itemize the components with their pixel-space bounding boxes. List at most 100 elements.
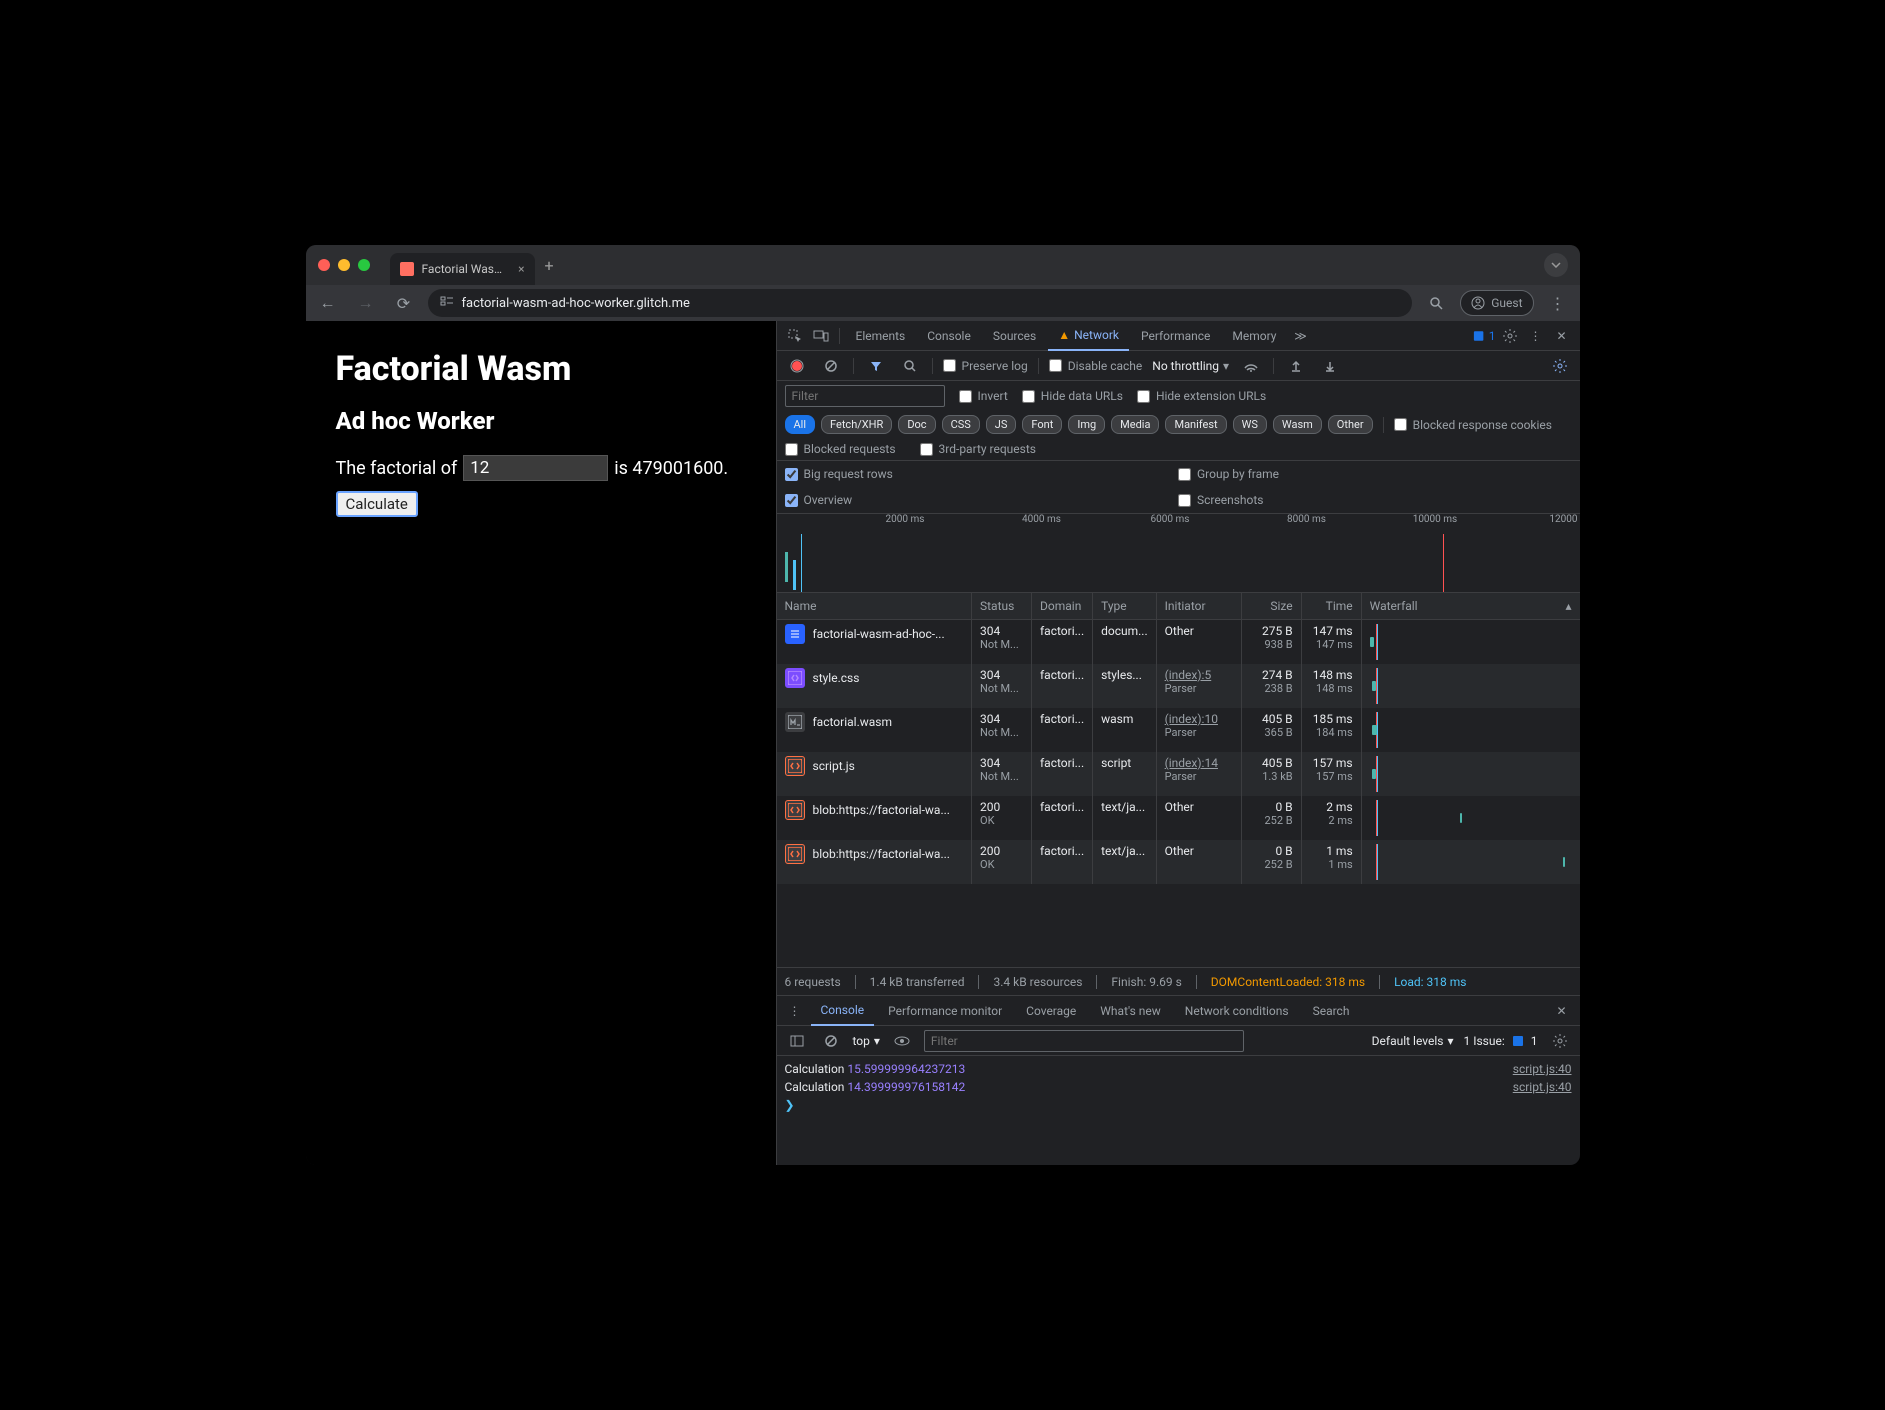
levels-select[interactable]: Default levels ▾ — [1372, 1034, 1454, 1048]
drawer-tab-coverage[interactable]: Coverage — [1016, 996, 1086, 1026]
console-issues-button[interactable]: 1 Issue: 1 — [1463, 1034, 1537, 1048]
close-window-button[interactable] — [318, 259, 330, 271]
screenshots-checkbox[interactable]: Screenshots — [1178, 493, 1572, 507]
source-link[interactable]: script.js:40 — [1513, 1062, 1572, 1076]
minimize-window-button[interactable] — [338, 259, 350, 271]
table-row[interactable]: blob:https://factorial-wa... 200OK facto… — [777, 840, 1580, 884]
calculate-button[interactable]: Calculate — [336, 491, 418, 517]
site-info-icon[interactable] — [440, 294, 454, 312]
drawer-tab-netcond[interactable]: Network conditions — [1175, 996, 1299, 1026]
drawer-menu-icon[interactable]: ⋮ — [783, 999, 807, 1023]
hide-extension-urls-checkbox[interactable]: Hide extension URLs — [1137, 389, 1266, 403]
back-button[interactable]: ← — [314, 289, 342, 317]
invert-checkbox[interactable]: Invert — [959, 389, 1008, 403]
chip-js[interactable]: JS — [986, 415, 1017, 434]
issues-button[interactable]: 1 — [1472, 324, 1496, 348]
console-settings-icon[interactable] — [1548, 1029, 1572, 1053]
chip-wasm[interactable]: Wasm — [1273, 415, 1322, 434]
browser-window: Factorial Wasm (ad hoc Work... × + ← → ⟳… — [306, 245, 1580, 1165]
record-button[interactable] — [785, 354, 809, 378]
table-row[interactable]: factorial.wasm 304Not M... factori... wa… — [777, 708, 1580, 752]
console-filter-input[interactable] — [924, 1030, 1244, 1052]
upload-icon[interactable] — [1284, 354, 1308, 378]
throttling-select[interactable]: No throttling ▾ — [1152, 359, 1229, 373]
zoom-icon[interactable] — [1422, 289, 1450, 317]
third-party-checkbox[interactable]: 3rd-party requests — [920, 442, 1036, 456]
col-waterfall[interactable]: Waterfall▴ — [1361, 593, 1579, 620]
chip-all[interactable]: All — [785, 415, 816, 434]
preserve-log-checkbox[interactable]: Preserve log — [943, 359, 1028, 373]
console-sidebar-icon[interactable] — [785, 1029, 809, 1053]
maximize-window-button[interactable] — [358, 259, 370, 271]
chip-media[interactable]: Media — [1111, 415, 1159, 434]
search-icon[interactable] — [898, 354, 922, 378]
tab-sources[interactable]: Sources — [983, 321, 1046, 351]
blocked-requests-checkbox[interactable]: Blocked requests — [785, 442, 896, 456]
timeline-overview[interactable]: 2000 ms 4000 ms 6000 ms 8000 ms 10000 ms… — [777, 513, 1580, 593]
console-prompt[interactable]: ❯ — [785, 1096, 1572, 1114]
devtools-close-icon[interactable]: ✕ — [1550, 324, 1574, 348]
col-type[interactable]: Type — [1093, 593, 1157, 620]
url-input[interactable]: factorial-wasm-ad-hoc-worker.glitch.me — [428, 289, 1413, 317]
table-row[interactable]: blob:https://factorial-wa... 200OK facto… — [777, 796, 1580, 840]
network-settings-icon[interactable] — [1548, 354, 1572, 378]
chip-doc[interactable]: Doc — [898, 415, 935, 434]
network-conditions-icon[interactable] — [1239, 354, 1263, 378]
network-filter-input[interactable] — [785, 385, 945, 407]
col-time[interactable]: Time — [1301, 593, 1361, 620]
col-initiator[interactable]: Initiator — [1156, 593, 1241, 620]
drawer-tab-whatsnew[interactable]: What's new — [1090, 996, 1171, 1026]
chip-manifest[interactable]: Manifest — [1165, 415, 1226, 434]
device-icon[interactable] — [809, 324, 833, 348]
browser-menu-button[interactable]: ⋮ — [1544, 294, 1572, 313]
big-rows-checkbox[interactable]: Big request rows — [785, 467, 1179, 481]
window-dropdown-button[interactable] — [1544, 253, 1568, 277]
drawer-tab-perf[interactable]: Performance monitor — [878, 996, 1012, 1026]
console-clear-icon[interactable] — [819, 1029, 843, 1053]
hide-data-urls-checkbox[interactable]: Hide data URLs — [1022, 389, 1123, 403]
profile-button[interactable]: Guest — [1460, 290, 1533, 316]
chip-fetch[interactable]: Fetch/XHR — [821, 415, 892, 434]
live-expression-icon[interactable] — [890, 1029, 914, 1053]
table-row[interactable]: script.js 304Not M... factori... script … — [777, 752, 1580, 796]
disable-cache-checkbox[interactable]: Disable cache — [1049, 359, 1143, 373]
col-domain[interactable]: Domain — [1032, 593, 1093, 620]
more-tabs-icon[interactable]: ≫ — [1288, 324, 1312, 348]
tab-close-icon[interactable]: × — [518, 262, 524, 276]
overview-checkbox[interactable]: Overview — [785, 493, 1179, 507]
table-row[interactable]: factorial-wasm-ad-hoc-... 304Not M... fa… — [777, 620, 1580, 665]
forward-button[interactable]: → — [352, 289, 380, 317]
chip-css[interactable]: CSS — [942, 415, 980, 434]
tab-network[interactable]: ▲Network — [1048, 321, 1129, 351]
devtools-menu-icon[interactable]: ⋮ — [1524, 324, 1548, 348]
col-size[interactable]: Size — [1241, 593, 1301, 620]
settings-icon[interactable] — [1498, 324, 1522, 348]
new-tab-button[interactable]: + — [545, 256, 554, 275]
context-select[interactable]: top ▾ — [853, 1034, 880, 1048]
clear-button[interactable] — [819, 354, 843, 378]
inspect-icon[interactable] — [783, 324, 807, 348]
chip-img[interactable]: Img — [1068, 415, 1105, 434]
table-row[interactable]: style.css 304Not M... factori... styles.… — [777, 664, 1580, 708]
browser-tab[interactable]: Factorial Wasm (ad hoc Work... × — [390, 253, 535, 285]
drawer-tab-search[interactable]: Search — [1303, 996, 1360, 1026]
source-link[interactable]: script.js:40 — [1513, 1080, 1572, 1094]
chip-font[interactable]: Font — [1022, 415, 1062, 434]
blocked-cookies-checkbox[interactable]: Blocked response cookies — [1394, 418, 1552, 432]
factorial-input[interactable] — [463, 455, 608, 481]
filter-icon[interactable] — [864, 354, 888, 378]
tab-elements[interactable]: Elements — [846, 321, 916, 351]
factorial-label-pre: The factorial of — [336, 458, 458, 479]
reload-button[interactable]: ⟳ — [390, 289, 418, 317]
drawer-tab-console[interactable]: Console — [811, 996, 875, 1026]
col-name[interactable]: Name — [777, 593, 972, 620]
col-status[interactable]: Status — [972, 593, 1032, 620]
chip-other[interactable]: Other — [1328, 415, 1373, 434]
group-frame-checkbox[interactable]: Group by frame — [1178, 467, 1572, 481]
tab-memory[interactable]: Memory — [1222, 321, 1286, 351]
drawer-close-icon[interactable]: ✕ — [1550, 999, 1574, 1023]
tab-performance[interactable]: Performance — [1131, 321, 1220, 351]
chip-ws[interactable]: WS — [1233, 415, 1267, 434]
tab-console[interactable]: Console — [917, 321, 981, 351]
download-icon[interactable] — [1318, 354, 1342, 378]
